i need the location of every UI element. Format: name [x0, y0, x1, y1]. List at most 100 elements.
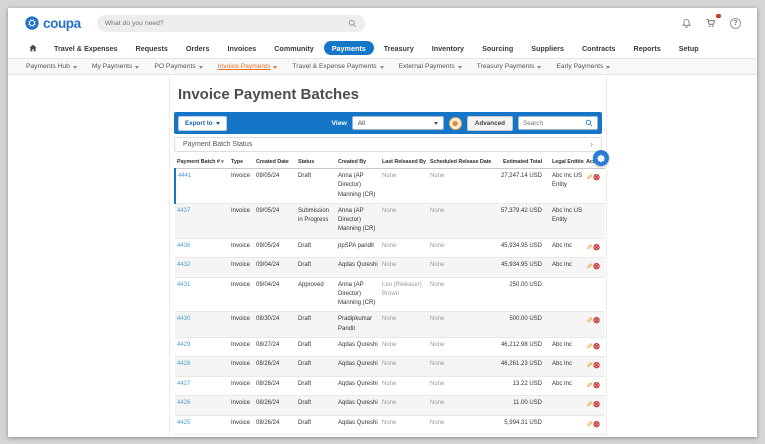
- table-search[interactable]: [518, 116, 598, 130]
- column-header-created-by[interactable]: Created By: [336, 156, 380, 169]
- edit-icon[interactable]: ✎: [586, 242, 593, 254]
- cell-created-by: Anna (AP Director) Manning (CR): [336, 277, 380, 313]
- delete-icon[interactable]: ⊗: [593, 399, 601, 409]
- delete-icon[interactable]: ⊗: [593, 341, 601, 351]
- column-header-type[interactable]: Type: [229, 156, 254, 169]
- column-header-created-date[interactable]: Created Date: [254, 156, 296, 169]
- cell-scheduled-release-date: None: [428, 168, 494, 204]
- nav-item-invoices[interactable]: Invoices: [219, 41, 264, 55]
- column-header-estimated-total[interactable]: Estimated Total: [494, 156, 550, 169]
- edit-icon[interactable]: ✎: [586, 261, 593, 273]
- subnav-item-external-payments[interactable]: External Payments: [399, 63, 462, 70]
- notifications-bell-icon[interactable]: [681, 18, 692, 29]
- export-to-button[interactable]: Export to: [178, 115, 227, 131]
- subnav-item-payments-hub[interactable]: Payments Hub: [26, 63, 77, 70]
- column-header-payment-batch[interactable]: Payment Batch # ▾: [175, 156, 229, 169]
- nav-item-setup[interactable]: Setup: [671, 41, 707, 55]
- delete-icon[interactable]: ⊗: [593, 315, 601, 325]
- column-header-legal-entities[interactable]: Legal Entities: [550, 156, 584, 169]
- batch-number-link[interactable]: 4432: [177, 262, 190, 268]
- nav-item-inventory[interactable]: Inventory: [424, 41, 472, 55]
- page-title: Invoice Payment Batches: [178, 86, 359, 103]
- cell-type: Invoice: [229, 337, 254, 358]
- subnav-item-treasury-payments[interactable]: Treasury Payments: [477, 63, 542, 70]
- cell-legal-entities: Abc Inc: [550, 376, 584, 397]
- chevron-down-icon: [606, 65, 611, 69]
- batch-number-link[interactable]: 4427: [177, 381, 190, 387]
- cell-estimated-total: 46,261.23 USD: [494, 356, 550, 377]
- batch-number-link[interactable]: 4436: [177, 243, 190, 249]
- view-select[interactable]: All: [351, 116, 444, 130]
- nav-item-sourcing[interactable]: Sourcing: [474, 41, 521, 55]
- subnav-item-po-payments[interactable]: PO Payments: [154, 63, 203, 70]
- edit-icon[interactable]: ✎: [586, 419, 593, 431]
- batch-number-link[interactable]: 4437: [177, 208, 190, 214]
- nav-item-reports[interactable]: Reports: [626, 41, 669, 55]
- payment-batch-status-expander[interactable]: Payment Batch Status ›: [174, 137, 602, 152]
- cell-estimated-total: 11.00 USD: [494, 395, 550, 416]
- edit-icon[interactable]: ✎: [586, 172, 593, 184]
- global-search-input[interactable]: [104, 19, 348, 27]
- table-search-input[interactable]: [523, 119, 585, 127]
- subnav-item-invoice-payments[interactable]: Invoice Payments: [218, 63, 278, 70]
- table-row: 4427 Invoice 08/26/24 Draft Aqdas Quresh…: [175, 376, 605, 397]
- batches-table: Payment Batch # ▾ Type Created Date Status C…: [174, 156, 605, 436]
- column-header-scheduled-release-date[interactable]: Scheduled Release Date: [428, 156, 494, 169]
- cell-actions: ✎⊗: [584, 168, 605, 204]
- global-search[interactable]: [96, 14, 365, 32]
- subnav-item-my-payments[interactable]: My Payments: [92, 63, 140, 70]
- cell-scheduled-release-date: None: [428, 376, 494, 397]
- batch-number-link[interactable]: 4429: [177, 342, 190, 348]
- table-settings-button[interactable]: [593, 150, 609, 166]
- cell-legal-entities: Abc Inc US Entity: [550, 203, 584, 239]
- delete-icon[interactable]: ⊗: [593, 172, 601, 182]
- delete-icon[interactable]: ⊗: [593, 261, 601, 271]
- edit-icon[interactable]: ✎: [586, 315, 593, 327]
- nav-item-payments[interactable]: Payments: [323, 41, 374, 55]
- nav-item-orders[interactable]: Orders: [178, 41, 218, 55]
- batch-number-link[interactable]: 4431: [177, 282, 190, 288]
- cell-status: Draft: [296, 238, 336, 259]
- edit-icon[interactable]: ✎: [586, 360, 593, 372]
- advanced-button[interactable]: Advanced: [466, 115, 513, 131]
- cell-actions: ✎⊗: [584, 376, 605, 397]
- chevron-down-icon: [135, 65, 140, 69]
- cart-icon[interactable]: [705, 13, 722, 29]
- cell-created-date: 09/04/24: [254, 277, 296, 313]
- column-header-status[interactable]: Status: [296, 156, 336, 169]
- coupa-logo[interactable]: coupa: [24, 15, 81, 31]
- nav-item-contracts[interactable]: Contracts: [574, 41, 624, 55]
- edit-icon[interactable]: ✎: [586, 399, 593, 411]
- batch-number-link[interactable]: 4426: [177, 400, 190, 406]
- content-panel: Invoice Payment Batches Export to View A…: [169, 75, 609, 436]
- help-icon[interactable]: ?: [730, 17, 741, 29]
- cell-created-by: Aqdas Qureshi: [336, 376, 380, 397]
- subnav-item-early-payments[interactable]: Early Payments: [556, 63, 611, 70]
- subnav-item-travel-expense-payments[interactable]: Travel & Expense Payments: [292, 63, 384, 70]
- delete-icon[interactable]: ⊗: [593, 419, 601, 429]
- nav-item-requests[interactable]: Requests: [128, 41, 176, 55]
- cell-status: Draft: [296, 337, 336, 358]
- nav-item-community[interactable]: Community: [266, 41, 322, 55]
- view-settings-icon[interactable]: [448, 116, 462, 130]
- search-icon[interactable]: [585, 119, 593, 127]
- batch-number-link[interactable]: 4425: [177, 420, 190, 426]
- cell-last-released-by: None: [380, 311, 428, 339]
- batch-number-link[interactable]: 4430: [177, 316, 190, 322]
- cell-actions: ✎⊗: [584, 311, 605, 339]
- delete-icon[interactable]: ⊗: [593, 242, 601, 252]
- batch-number-link[interactable]: 4428: [177, 361, 190, 367]
- batch-number-link[interactable]: 4441: [178, 173, 191, 179]
- edit-icon[interactable]: ✎: [586, 341, 593, 353]
- delete-icon[interactable]: ⊗: [593, 380, 601, 390]
- delete-icon[interactable]: ⊗: [593, 360, 601, 370]
- column-header-last-released-by[interactable]: Last Released By: [380, 156, 428, 169]
- cell-created-date: 08/26/24: [254, 376, 296, 397]
- nav-item-travel-expenses[interactable]: Travel & Expenses: [46, 41, 126, 55]
- table-body: 4441 Invoice 09/05/24 Draft Anna (AP Dir…: [174, 168, 605, 436]
- cell-scheduled-release-date: None: [428, 257, 494, 278]
- home-icon[interactable]: [22, 43, 44, 53]
- nav-item-suppliers[interactable]: Suppliers: [523, 41, 572, 55]
- nav-item-treasury[interactable]: Treasury: [376, 41, 422, 55]
- edit-icon[interactable]: ✎: [586, 380, 593, 392]
